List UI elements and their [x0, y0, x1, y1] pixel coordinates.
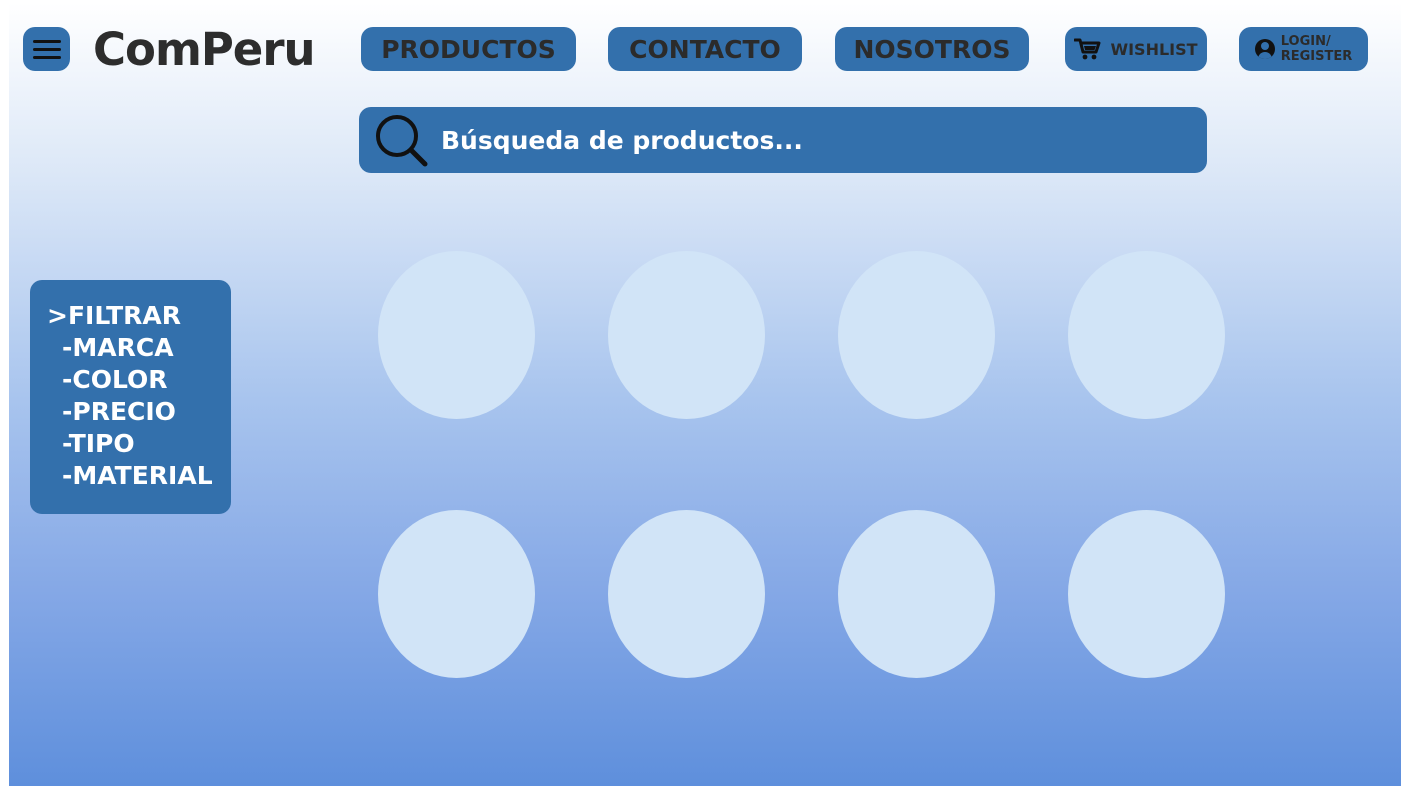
hamburger-menu-icon — [32, 39, 61, 43]
nav-contacto-button[interactable]: CONTACTO — [608, 27, 802, 71]
menu-button[interactable] — [23, 27, 70, 71]
nav-nosotros-button[interactable]: NOSOTROS — [835, 27, 1029, 71]
product-placeholder[interactable] — [608, 251, 765, 419]
filter-panel: >FILTRAR -MARCA -COLOR -PRECIO -TIPO -MA… — [30, 280, 231, 514]
product-placeholder[interactable] — [838, 510, 995, 678]
filter-title[interactable]: >FILTRAR — [47, 300, 231, 332]
register-label: REGISTER — [1280, 49, 1353, 64]
product-placeholder[interactable] — [378, 510, 535, 678]
wishlist-button[interactable]: WISHLIST — [1065, 27, 1207, 71]
hamburger-menu-icon-bar — [32, 55, 61, 59]
product-placeholder[interactable] — [838, 251, 995, 419]
search-input[interactable]: Búsqueda de productos... — [441, 126, 803, 155]
nav-productos-button[interactable]: PRODUCTOS — [361, 27, 576, 71]
product-placeholder[interactable] — [378, 251, 535, 419]
filter-option-precio[interactable]: -PRECIO — [47, 396, 231, 428]
search-icon — [376, 115, 428, 167]
site-logo[interactable]: ComPeru — [93, 23, 316, 76]
page-canvas: ComPeru PRODUCTOS CONTACTO NOSOTROS WISH… — [9, 3, 1401, 786]
hamburger-menu-icon-bar — [32, 47, 61, 51]
login-register-label: LOGIN/ REGISTER — [1281, 34, 1353, 64]
wishlist-label: WISHLIST — [1110, 39, 1198, 59]
filter-option-material[interactable]: -MATERIAL — [47, 460, 231, 492]
user-icon — [1254, 39, 1275, 59]
login-register-button[interactable]: LOGIN/ REGISTER — [1239, 27, 1368, 71]
login-label: LOGIN/ — [1280, 34, 1331, 49]
product-placeholder[interactable] — [1068, 251, 1225, 419]
product-placeholder[interactable] — [608, 510, 765, 678]
filter-option-color[interactable]: -COLOR — [47, 364, 231, 396]
search-bar[interactable]: Búsqueda de productos... — [359, 107, 1207, 173]
product-placeholder[interactable] — [1068, 510, 1225, 678]
cart-icon — [1074, 38, 1101, 60]
filter-option-marca[interactable]: -MARCA — [47, 332, 231, 364]
filter-option-tipo[interactable]: -TIPO — [47, 428, 231, 460]
